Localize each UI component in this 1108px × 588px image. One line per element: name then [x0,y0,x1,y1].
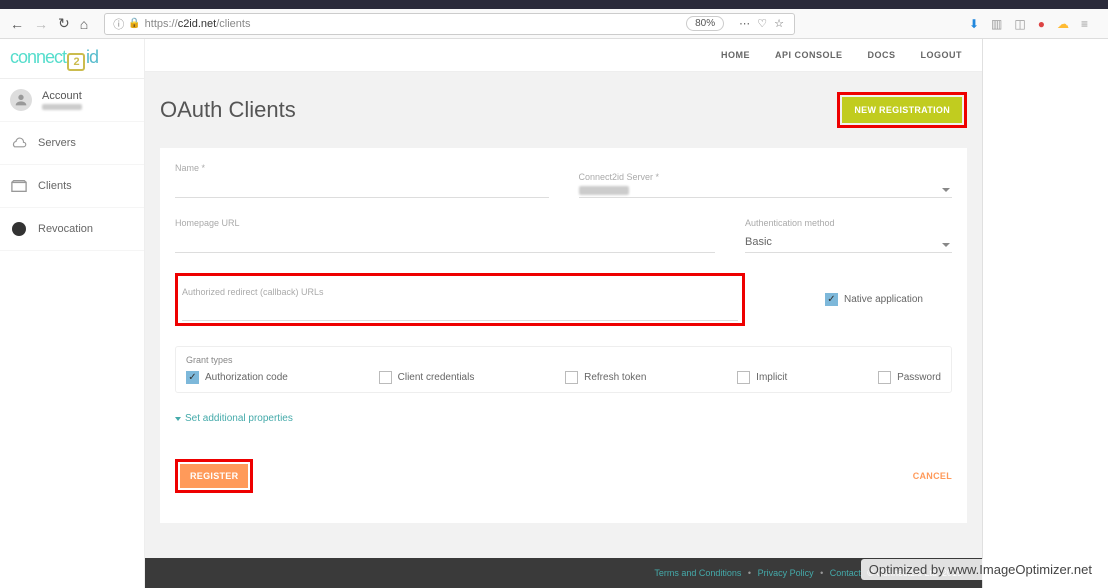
server-value [579,186,629,195]
chevron-down-icon[interactable] [942,243,950,247]
back-button[interactable]: ← [10,16,24,32]
grant-client-cred-label: Client credentials [398,372,475,383]
sidebar: connect2id Account Servers Clients [0,39,145,588]
register-highlight: REGISTER [175,459,253,493]
auth-method-label: Authentication method [745,218,952,228]
new-registration-button[interactable]: NEW REGISTRATION [842,97,962,123]
logo[interactable]: connect2id [0,39,144,79]
new-registration-highlight: NEW REGISTRATION [837,92,967,128]
url-prefix: https:// [145,18,178,30]
server-label: Connect2id Server * [579,172,953,182]
native-app-label: Native application [844,294,923,305]
footer: Terms and Conditions • Privacy Policy • … [145,558,982,588]
top-nav: HOME API CONSOLE DOCS LOGOUT [145,39,982,72]
sidebar-item-servers[interactable]: Servers [0,122,144,165]
grant-refresh-label: Refresh token [584,372,646,383]
name-label: Name * [175,163,549,173]
nav-home[interactable]: HOME [721,50,750,60]
grant-password-label: Password [897,372,941,383]
reload-button[interactable]: ↻ [58,15,70,32]
cancel-button[interactable]: CANCEL [913,471,952,481]
box-icon [10,177,28,195]
grant-implicit-label: Implicit [756,372,787,383]
chevron-down-icon[interactable] [942,188,950,192]
native-app-checkbox[interactable] [825,293,838,306]
footer-privacy[interactable]: Privacy Policy [758,568,814,578]
grant-client-cred-checkbox[interactable] [379,371,392,384]
url-host: c2id.net [178,18,217,30]
additional-properties-label: Set additional properties [185,413,293,424]
account-label: Account [42,90,134,102]
logo-part3: id [86,47,98,67]
dot-icon [10,220,28,238]
grant-authcode-checkbox[interactable] [186,371,199,384]
browser-toolbar: ← → ↻ ⌂ ⓘ 🔒 https:// c2id.net /clients 8… [0,9,1108,39]
browser-tab-strip [0,0,1108,9]
footer-terms[interactable]: Terms and Conditions [654,568,741,578]
sidebar-item-revocation[interactable]: Revocation [0,208,144,251]
grant-authcode-label: Authorization code [205,372,288,383]
redirect-highlight: Authorized redirect (callback) URLs [175,273,745,326]
nav-docs[interactable]: DOCS [867,50,895,60]
grant-implicit-checkbox[interactable] [737,371,750,384]
logo-part1: connect [10,47,66,67]
sidebar-item-clients[interactable]: Clients [0,165,144,208]
name-input[interactable] [175,177,549,198]
menu-icon[interactable]: ≡ [1081,17,1088,31]
sidebar-label: Servers [38,137,76,149]
url-actions[interactable]: ⋯ ♡ ☆ [739,17,786,30]
grant-refresh-checkbox[interactable] [565,371,578,384]
grant-types-label: Grant types [186,355,941,365]
chevron-down-icon [175,417,181,421]
watermark: Optimized by www.ImageOptimizer.net [861,559,1100,580]
info-icon[interactable]: ⓘ [113,16,124,32]
addon-icon-1[interactable]: ● [1038,17,1045,31]
zoom-badge[interactable]: 80% [686,16,724,31]
forward-button[interactable]: → [34,16,48,32]
registration-form: Name * Connect2id Server * Homepage URL [160,148,967,523]
redirect-label: Authorized redirect (callback) URLs [182,287,324,297]
sidebar-toggle-icon[interactable]: ◫ [1014,17,1025,31]
download-icon[interactable]: ⬇ [969,17,979,31]
page-title: OAuth Clients [160,97,296,123]
redirect-input[interactable] [182,298,738,318]
homepage-label: Homepage URL [175,218,715,228]
nav-api-console[interactable]: API CONSOLE [775,50,843,60]
logo-box: 2 [67,53,85,71]
sidebar-item-account[interactable]: Account [0,79,144,122]
nav-logout[interactable]: LOGOUT [921,50,963,60]
additional-properties-link[interactable]: Set additional properties [175,413,293,424]
homepage-input[interactable] [175,232,715,253]
library-icon[interactable]: ▥ [991,17,1002,31]
register-button[interactable]: REGISTER [180,464,248,488]
cloud-icon [10,134,28,152]
sidebar-label: Revocation [38,223,93,235]
auth-method-select[interactable]: Basic [745,232,952,253]
lock-icon: 🔒 [128,18,140,29]
account-subtext [42,104,82,110]
home-button[interactable]: ⌂ [80,16,88,32]
addon-icon-2[interactable]: ☁ [1057,17,1069,31]
sidebar-label: Clients [38,180,72,192]
grant-password-checkbox[interactable] [878,371,891,384]
url-bar[interactable]: ⓘ 🔒 https:// c2id.net /clients 80% ⋯ ♡ ☆ [104,13,795,35]
url-path: /clients [216,18,250,30]
avatar-icon [10,89,32,111]
footer-contact[interactable]: Contact [830,568,861,578]
